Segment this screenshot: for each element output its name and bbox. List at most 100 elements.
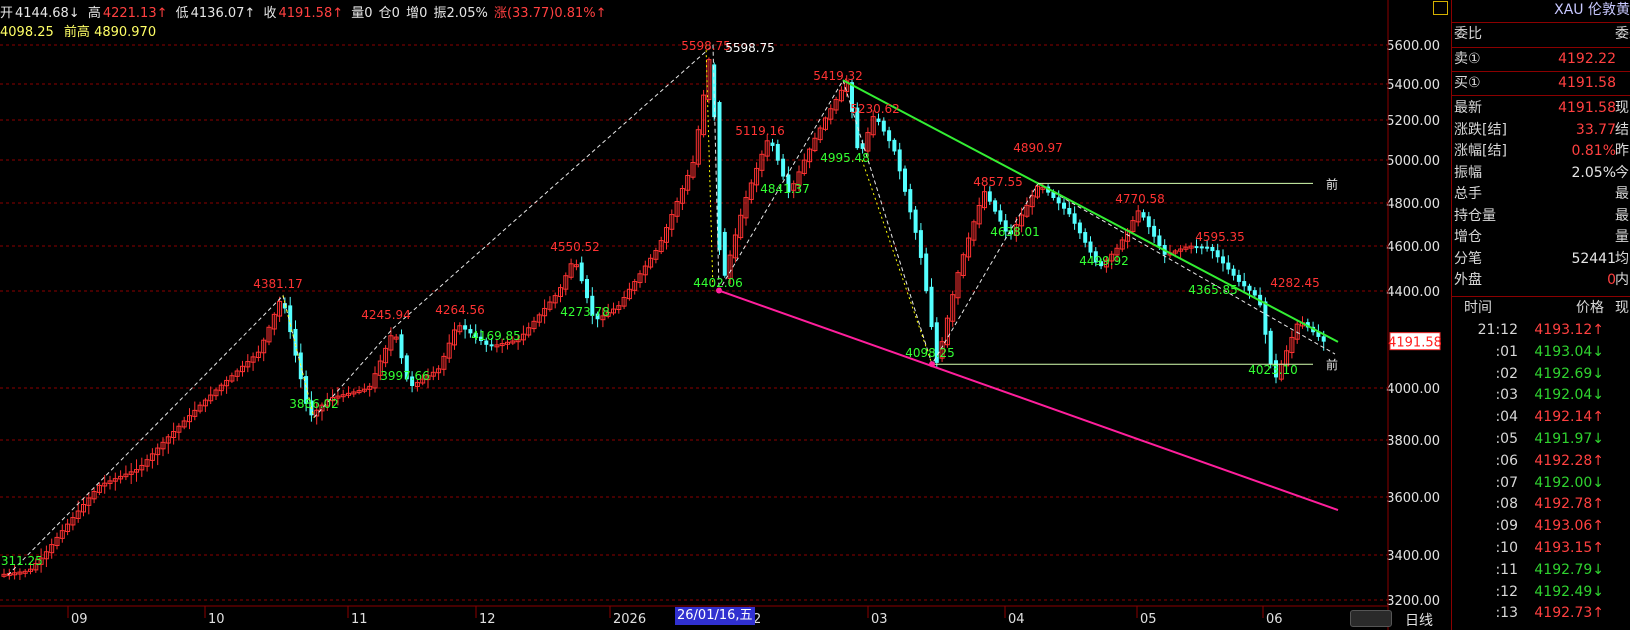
high-value: 4221.13↑ — [102, 6, 168, 21]
tick-row: :02 4192.69↓ — [1452, 364, 1630, 385]
stat-value: 33.77 — [1575, 121, 1616, 138]
candle-body — [1157, 235, 1162, 247]
time-tick: 03 — [871, 612, 888, 627]
prev-low: 4098.25 — [0, 25, 54, 40]
candle-body — [913, 209, 918, 233]
price-annotation: 3997.66 — [380, 369, 430, 383]
scrollbar-thumb[interactable] — [1350, 610, 1392, 627]
candle-body — [399, 334, 404, 359]
price-annotation: 4550.52 — [550, 240, 600, 254]
stat-extra: 现 — [1615, 100, 1629, 116]
stat-label: 振幅 — [1454, 164, 1482, 181]
price-annotation: 5230.62 — [850, 102, 900, 116]
tick-price: 4192.78↑ — [1534, 496, 1604, 513]
window-toggle-icon[interactable] — [1433, 1, 1448, 15]
candle-body — [489, 344, 494, 347]
tick-time: :02 — [1495, 365, 1518, 382]
candle-body — [918, 230, 923, 258]
price-annotation: 4245.94 — [361, 308, 411, 322]
candle-body — [463, 325, 468, 330]
time-tick: 04 — [1008, 612, 1025, 627]
yellow-swing — [705, 45, 714, 291]
price-tick: 5600.00 — [1386, 39, 1440, 54]
high-label: 高 — [87, 6, 101, 21]
stat-extra: 最 — [1615, 186, 1629, 202]
tick-time: :05 — [1495, 431, 1518, 447]
price-annotation: 4638.01 — [990, 225, 1040, 239]
price-tick: 4800.00 — [1386, 197, 1440, 212]
price-annotation: 4365.85 — [1188, 283, 1238, 297]
price-annotation: 4499.92 — [1079, 254, 1129, 268]
stat-label: 最新 — [1454, 100, 1482, 116]
stat-label: 总手 — [1454, 186, 1482, 202]
stat-extra: 均 — [1615, 250, 1629, 267]
candle-body — [1067, 207, 1072, 215]
sell1-row[interactable]: 卖① 4192.22 — [1452, 49, 1630, 70]
buy1-row[interactable]: 买① 4191.58 — [1452, 73, 1630, 94]
pivot-dot — [929, 361, 935, 368]
candle-body — [1268, 330, 1273, 365]
candle-body — [1221, 256, 1225, 264]
stat-row: 增仓 量 — [1452, 227, 1630, 248]
tick-time: :03 — [1495, 387, 1518, 404]
change-value: 涨(33.77)0.81%↑ — [493, 6, 607, 21]
stat-row: 总手 最 — [1452, 184, 1630, 205]
yellow-swing — [861, 159, 933, 365]
volume-value: 量0 — [351, 6, 373, 21]
tick-price: 4193.04↓ — [1534, 343, 1604, 360]
tick-price: 4192.28↑ — [1534, 452, 1604, 469]
tick-time: :13 — [1495, 605, 1518, 622]
price-tick: 3200.00 — [1386, 594, 1440, 609]
stat-label: 外盘 — [1454, 272, 1482, 288]
candle-body — [1056, 197, 1061, 204]
increase-value: 增0 — [406, 6, 428, 21]
divider — [1452, 95, 1630, 96]
amplitude-value: 振2.05% — [433, 6, 488, 21]
tick-time: :12 — [1495, 583, 1518, 600]
candle-body — [1210, 246, 1215, 252]
tick-time: :01 — [1495, 343, 1518, 360]
prev-line: 4098.25 前高 4890.970 — [0, 21, 156, 40]
time-tick: 11 — [351, 612, 368, 627]
tick-price: 4192.73↑ — [1534, 605, 1604, 622]
candle-body — [903, 168, 907, 192]
price-annotation: 4857.55 — [973, 175, 1023, 189]
stat-value: 4191.58 — [1558, 100, 1616, 116]
period-button[interactable]: 日线 — [1405, 610, 1433, 630]
price-annotation: 4023.10 — [1248, 363, 1298, 377]
candle-body — [987, 191, 992, 202]
candle-body — [1077, 222, 1082, 234]
tick-row: :05 4191.97↓ — [1452, 429, 1630, 450]
candle-body — [579, 262, 584, 282]
stat-value: 0.81% — [1571, 143, 1616, 159]
candle-body — [892, 139, 897, 152]
stat-extra: 最 — [1615, 207, 1629, 224]
low-label: 低 — [175, 6, 189, 21]
candle-body — [887, 130, 892, 142]
tick-price: 4193.15↑ — [1534, 540, 1604, 556]
tick-row: :04 4192.14↑ — [1452, 407, 1630, 428]
price-annotation: 5419.32 — [813, 69, 863, 83]
candle-body — [1226, 262, 1231, 270]
candle-body — [876, 118, 881, 122]
prev-marker: 前 — [1326, 176, 1338, 191]
stat-row: 涨幅[结] 0.81% 昨 — [1452, 141, 1630, 162]
candle-body — [1205, 246, 1210, 249]
tick-header: 时间 价格 现 — [1464, 300, 1629, 316]
candle-body — [1152, 225, 1157, 237]
tick-price: 4193.06↑ — [1534, 518, 1604, 535]
close-value: 4191.58↑ — [278, 6, 344, 21]
candle-body — [1231, 268, 1236, 276]
price-annotation: 4841.37 — [760, 182, 810, 196]
candle-body — [781, 158, 786, 177]
divider — [1452, 71, 1630, 72]
candle-body — [1215, 250, 1220, 258]
price-annotation: 4595.35 — [1195, 230, 1245, 244]
tick-price: 4193.12↑ — [1534, 322, 1604, 338]
price-annotation: 3311.25 — [0, 554, 43, 568]
kline-chart[interactable]: 5600.00 5400.00 5200.00 5000.00 4800.00 4600.… — [0, 0, 1452, 630]
candle-body — [717, 102, 722, 251]
candle-body — [585, 278, 589, 299]
price-tick: 3600.00 — [1386, 491, 1440, 506]
candle-body — [1321, 336, 1326, 342]
